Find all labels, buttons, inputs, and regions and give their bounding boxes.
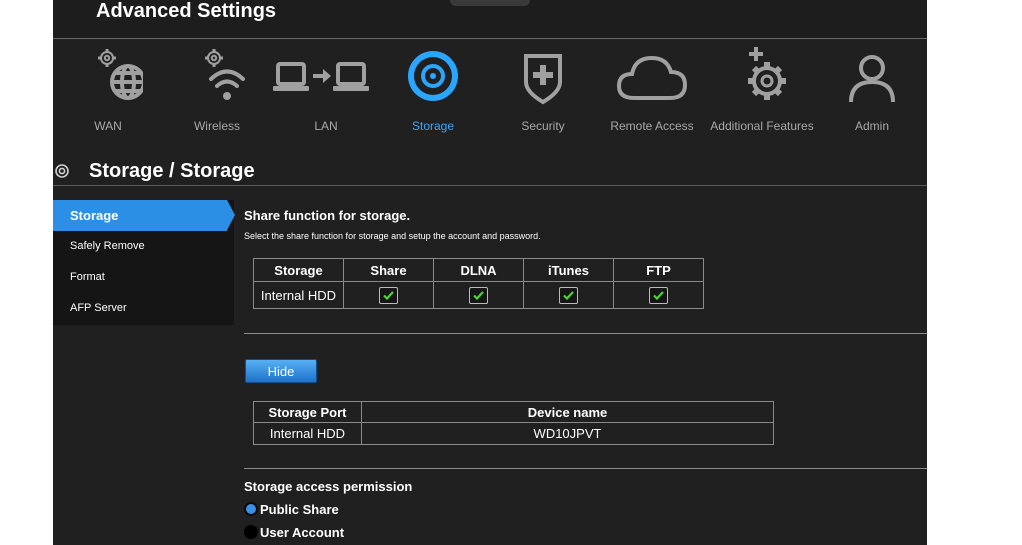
header-divider <box>53 185 927 186</box>
nav-item-wan[interactable]: WAN <box>53 38 163 150</box>
nav-label-lan: LAN <box>314 119 338 133</box>
section-divider <box>244 468 927 469</box>
sidebar-item-label: Safely Remove <box>70 240 145 252</box>
nav-item-lan[interactable]: LAN <box>271 38 381 150</box>
storage-port-cell: Internal HDD <box>253 422 362 445</box>
nav-item-wireless[interactable]: Wireless <box>162 38 272 150</box>
nav-item-storage[interactable]: Storage <box>378 38 488 150</box>
share-heading: Share function for storage. <box>244 208 411 223</box>
page-header: Storage / Storage <box>53 157 927 187</box>
nav-item-additional-features[interactable]: Additional Features <box>707 38 817 150</box>
app-title: Advanced Settings <box>96 0 277 22</box>
gear-plus-icon <box>707 44 817 108</box>
table-row: Internal HDD <box>253 281 704 309</box>
radio-label: Public Share <box>260 502 339 517</box>
storage-cell: Internal HDD <box>253 281 344 309</box>
ftp-checkbox[interactable] <box>649 287 668 304</box>
user-icon <box>817 44 927 108</box>
router-admin-app: Advanced Settings WAN Wireless LAN Stora… <box>53 0 927 545</box>
wifi-gear-icon <box>162 44 272 108</box>
sidebar-item-label: Storage <box>70 208 119 223</box>
column-header: iTunes <box>523 258 614 282</box>
table-row: Internal HDD WD10JPVT <box>253 422 774 445</box>
share-checkbox[interactable] <box>379 287 398 304</box>
storage-disc-icon <box>378 44 488 108</box>
active-arrow <box>227 200 235 230</box>
column-header: DLNA <box>433 258 524 282</box>
column-header: Storage Port <box>253 401 362 423</box>
column-header: Device name <box>361 401 774 423</box>
globe-gear-icon <box>53 44 163 108</box>
column-header: FTP <box>613 258 704 282</box>
nav-label-wireless: Wireless <box>193 119 240 133</box>
top-pill <box>450 0 530 6</box>
hide-button[interactable]: Hide <box>245 359 317 383</box>
share-description: Select the share function for storage an… <box>244 231 541 241</box>
device-name-cell: WD10JPVT <box>361 422 774 445</box>
section-divider <box>244 333 927 334</box>
nav-item-admin[interactable]: Admin <box>817 38 927 150</box>
itunes-checkbox[interactable] <box>559 287 578 304</box>
nav-label-wan: WAN <box>94 119 122 133</box>
sidebar: Storage Safely Remove Format AFP Server <box>53 200 235 325</box>
public-share-option[interactable]: Public Share <box>244 502 339 517</box>
nav-label-remote-access: Remote Access <box>610 119 694 133</box>
user-account-radio[interactable] <box>244 525 258 539</box>
nav-label-storage: Storage <box>411 119 455 133</box>
permission-heading: Storage access permission <box>244 479 413 494</box>
nav-label-security: Security <box>521 119 565 133</box>
nav-label-admin: Admin <box>854 119 889 133</box>
lan-computers-icon <box>271 44 381 108</box>
page-title: Storage / Storage <box>89 160 255 182</box>
shield-plus-icon <box>488 44 598 108</box>
sidebar-item-safely-remove[interactable]: Safely Remove <box>53 231 234 262</box>
main-nav: WAN Wireless LAN Storage Security Remote… <box>53 38 927 150</box>
column-header: Share <box>343 258 434 282</box>
sidebar-item-label: Format <box>70 271 105 283</box>
cloud-icon <box>597 44 707 108</box>
nav-item-security[interactable]: Security <box>488 38 598 150</box>
table-header-row: Storage Share DLNA iTunes FTP <box>253 258 704 282</box>
sidebar-item-afp-server[interactable]: AFP Server <box>53 293 234 324</box>
storage-port-table: Storage Port Device name Internal HDD WD… <box>253 401 774 445</box>
sidebar-item-format[interactable]: Format <box>53 262 234 293</box>
share-table: Storage Share DLNA iTunes FTP Internal H… <box>253 258 704 309</box>
top-bar: Advanced Settings <box>53 0 927 39</box>
nav-label-additional-features: Additional Features <box>710 119 814 133</box>
nav-item-remote-access[interactable]: Remote Access <box>597 38 707 150</box>
table-header-row: Storage Port Device name <box>253 401 774 423</box>
sidebar-item-storage[interactable]: Storage <box>53 200 235 231</box>
dlna-checkbox[interactable] <box>469 287 488 304</box>
public-share-radio[interactable] <box>244 502 258 516</box>
radio-label: User Account <box>260 525 345 540</box>
column-header: Storage <box>253 258 344 282</box>
sidebar-item-label: AFP Server <box>70 302 127 314</box>
storage-disc-icon <box>55 164 69 183</box>
user-account-option[interactable]: User Account <box>244 525 344 540</box>
